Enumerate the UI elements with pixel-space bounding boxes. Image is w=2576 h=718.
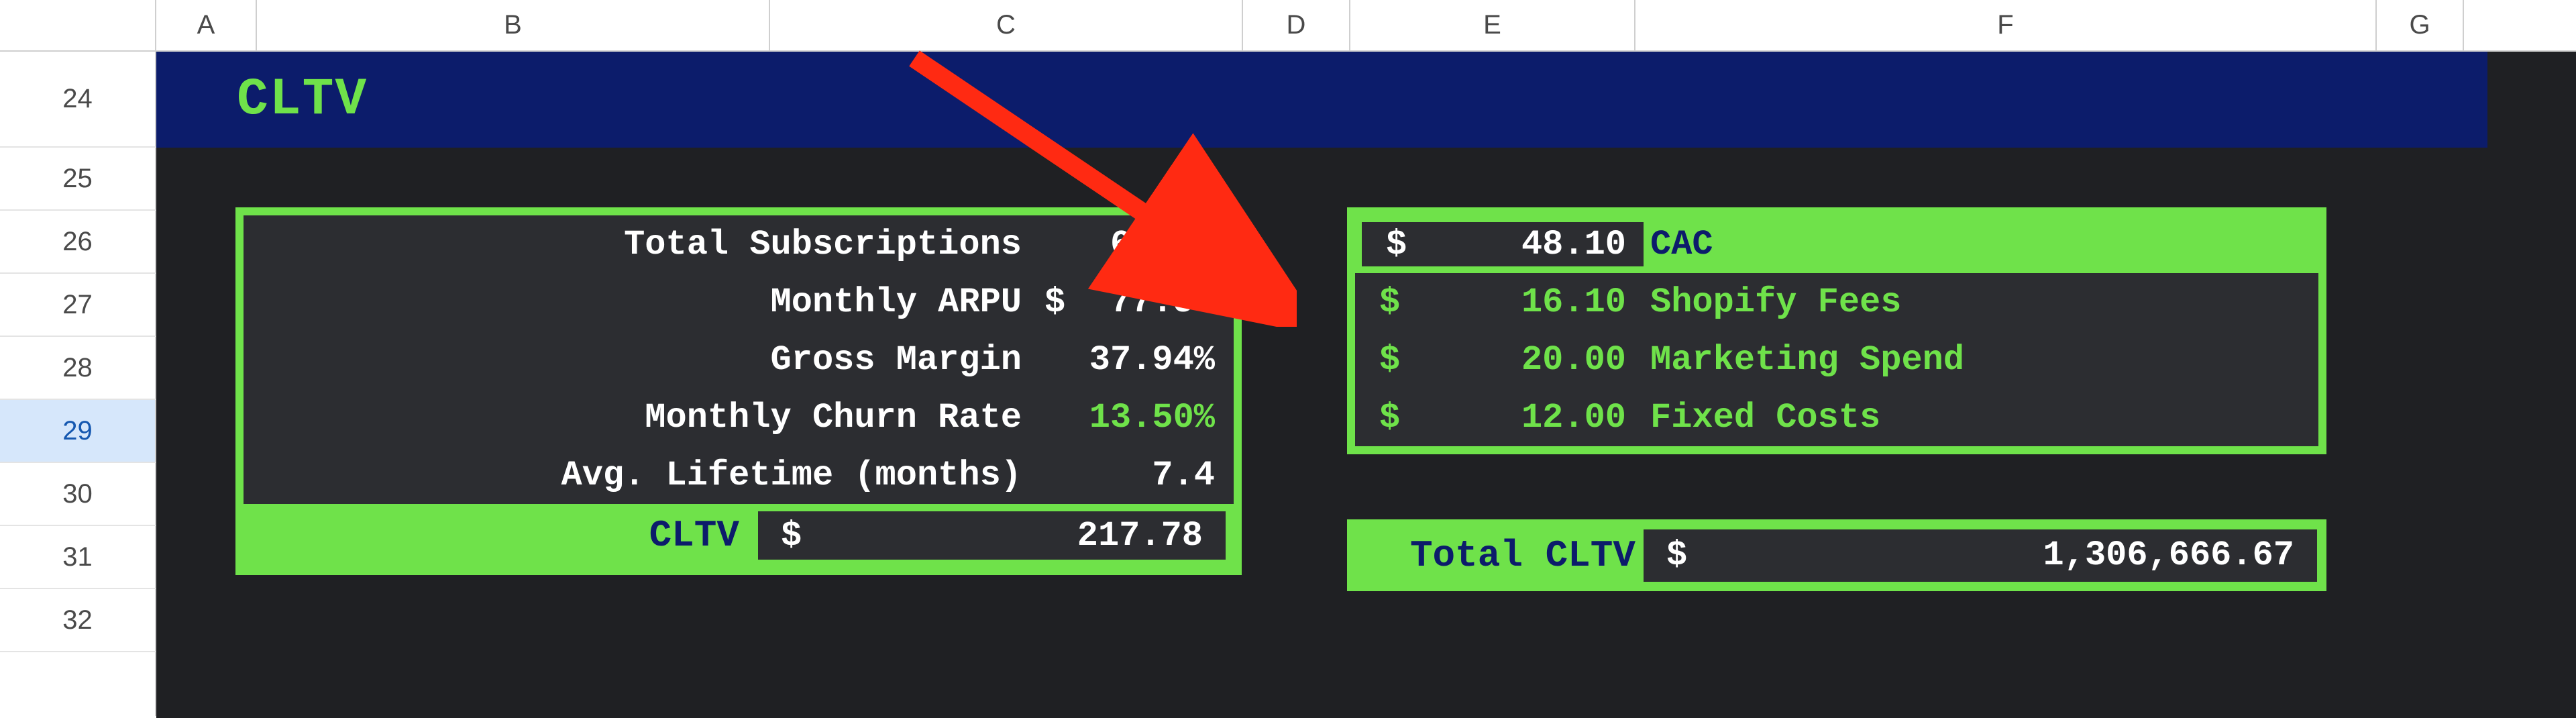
row-header-26[interactable]: 26 xyxy=(0,211,156,274)
value-shopify: 16.10 xyxy=(1521,283,1626,322)
corner-cell[interactable] xyxy=(0,0,156,50)
label-total-subscriptions: Total Subscriptions xyxy=(244,225,1040,264)
row-monthly-arpu[interactable]: Monthly ARPU $ 77.50 xyxy=(244,273,1234,331)
cltv-metrics-box: Total Subscriptions 6,000 Monthly ARPU $… xyxy=(235,207,1242,575)
symbol-cltv: $ xyxy=(781,516,802,556)
symbol-fixed: $ xyxy=(1379,398,1400,438)
row-avg-lifetime[interactable]: Avg. Lifetime (months) 7.4 xyxy=(244,446,1234,504)
row-header-30[interactable]: 30 xyxy=(0,463,156,526)
column-headers: A B C D E F G xyxy=(0,0,2576,52)
row-cltv-result[interactable]: CLTV $ 217.78 xyxy=(244,504,1234,567)
col-header-E[interactable]: E xyxy=(1350,0,1635,50)
row-header-blank xyxy=(0,652,156,716)
sheet-canvas[interactable]: CLTV Total Subscriptions 6,000 Monthly A… xyxy=(156,52,2576,718)
row-total-subscriptions[interactable]: Total Subscriptions 6,000 xyxy=(244,215,1234,273)
row-marketing-spend[interactable]: $ 20.00 Marketing Spend xyxy=(1355,331,2318,389)
symbol-cac: $ xyxy=(1386,225,1407,264)
value-fixed: 12.00 xyxy=(1521,398,1626,438)
row-shopify-fees[interactable]: $ 16.10 Shopify Fees xyxy=(1355,273,2318,331)
label-marketing: Marketing Spend xyxy=(1644,340,2318,380)
symbol-arpu: $ xyxy=(1040,283,1065,322)
value-gross-margin: 37.94% xyxy=(1040,340,1215,380)
row-header-25[interactable]: 25 xyxy=(0,148,156,211)
value-monthly-churn: 13.50% xyxy=(1040,398,1215,438)
symbol-shopify: $ xyxy=(1379,283,1400,322)
label-shopify: Shopify Fees xyxy=(1644,283,2318,322)
label-total-cltv: Total CLTV xyxy=(1355,534,1644,577)
label-monthly-churn: Monthly Churn Rate xyxy=(244,398,1040,438)
value-avg-lifetime: 7.4 xyxy=(1040,456,1215,495)
row-monthly-churn[interactable]: Monthly Churn Rate 13.50% xyxy=(244,389,1234,446)
symbol-total-cltv: $ xyxy=(1666,535,1687,575)
label-avg-lifetime: Avg. Lifetime (months) xyxy=(244,456,1040,495)
row-cac[interactable]: $ 48.10 CAC xyxy=(1355,215,2318,273)
value-marketing: 20.00 xyxy=(1521,340,1626,380)
total-cltv-strip[interactable]: Total CLTV $ 1,306,666.67 xyxy=(1347,519,2326,591)
row-headers: 24 25 26 27 28 29 30 31 32 xyxy=(0,52,156,718)
cac-box: $ 48.10 CAC $ 16.10 Shopify Fees $ 20.00… xyxy=(1347,207,2326,454)
value-total-cltv: 1,306,666.67 xyxy=(2043,535,2294,575)
row-header-32[interactable]: 32 xyxy=(0,589,156,652)
label-gross-margin: Gross Margin xyxy=(244,340,1040,380)
row-header-29[interactable]: 29 xyxy=(0,400,156,463)
symbol-marketing: $ xyxy=(1379,340,1400,380)
value-cac: 48.10 xyxy=(1521,225,1626,264)
value-total-subscriptions: 6,000 xyxy=(1040,225,1215,264)
col-header-G[interactable]: G xyxy=(2377,0,2464,50)
label-cac: CAC xyxy=(1644,225,2318,264)
label-cltv: CLTV xyxy=(244,514,750,557)
col-header-F[interactable]: F xyxy=(1635,0,2377,50)
label-monthly-arpu: Monthly ARPU xyxy=(244,283,1040,322)
col-header-C[interactable]: C xyxy=(770,0,1243,50)
cltv-title: CLTV xyxy=(237,70,368,130)
row-gross-margin[interactable]: Gross Margin 37.94% xyxy=(244,331,1234,389)
row-header-27[interactable]: 27 xyxy=(0,274,156,337)
col-header-D[interactable]: D xyxy=(1243,0,1350,50)
value-cltv: 217.78 xyxy=(1077,516,1203,556)
col-header-B[interactable]: B xyxy=(257,0,770,50)
row-fixed-costs[interactable]: $ 12.00 Fixed Costs xyxy=(1355,389,2318,446)
col-header-A[interactable]: A xyxy=(156,0,257,50)
value-monthly-arpu: 77.50 xyxy=(1110,283,1215,322)
label-fixed: Fixed Costs xyxy=(1644,398,2318,438)
row-header-31[interactable]: 31 xyxy=(0,526,156,589)
cltv-title-bar: CLTV xyxy=(156,52,2487,148)
row-header-28[interactable]: 28 xyxy=(0,337,156,400)
row-header-24[interactable]: 24 xyxy=(0,52,156,148)
